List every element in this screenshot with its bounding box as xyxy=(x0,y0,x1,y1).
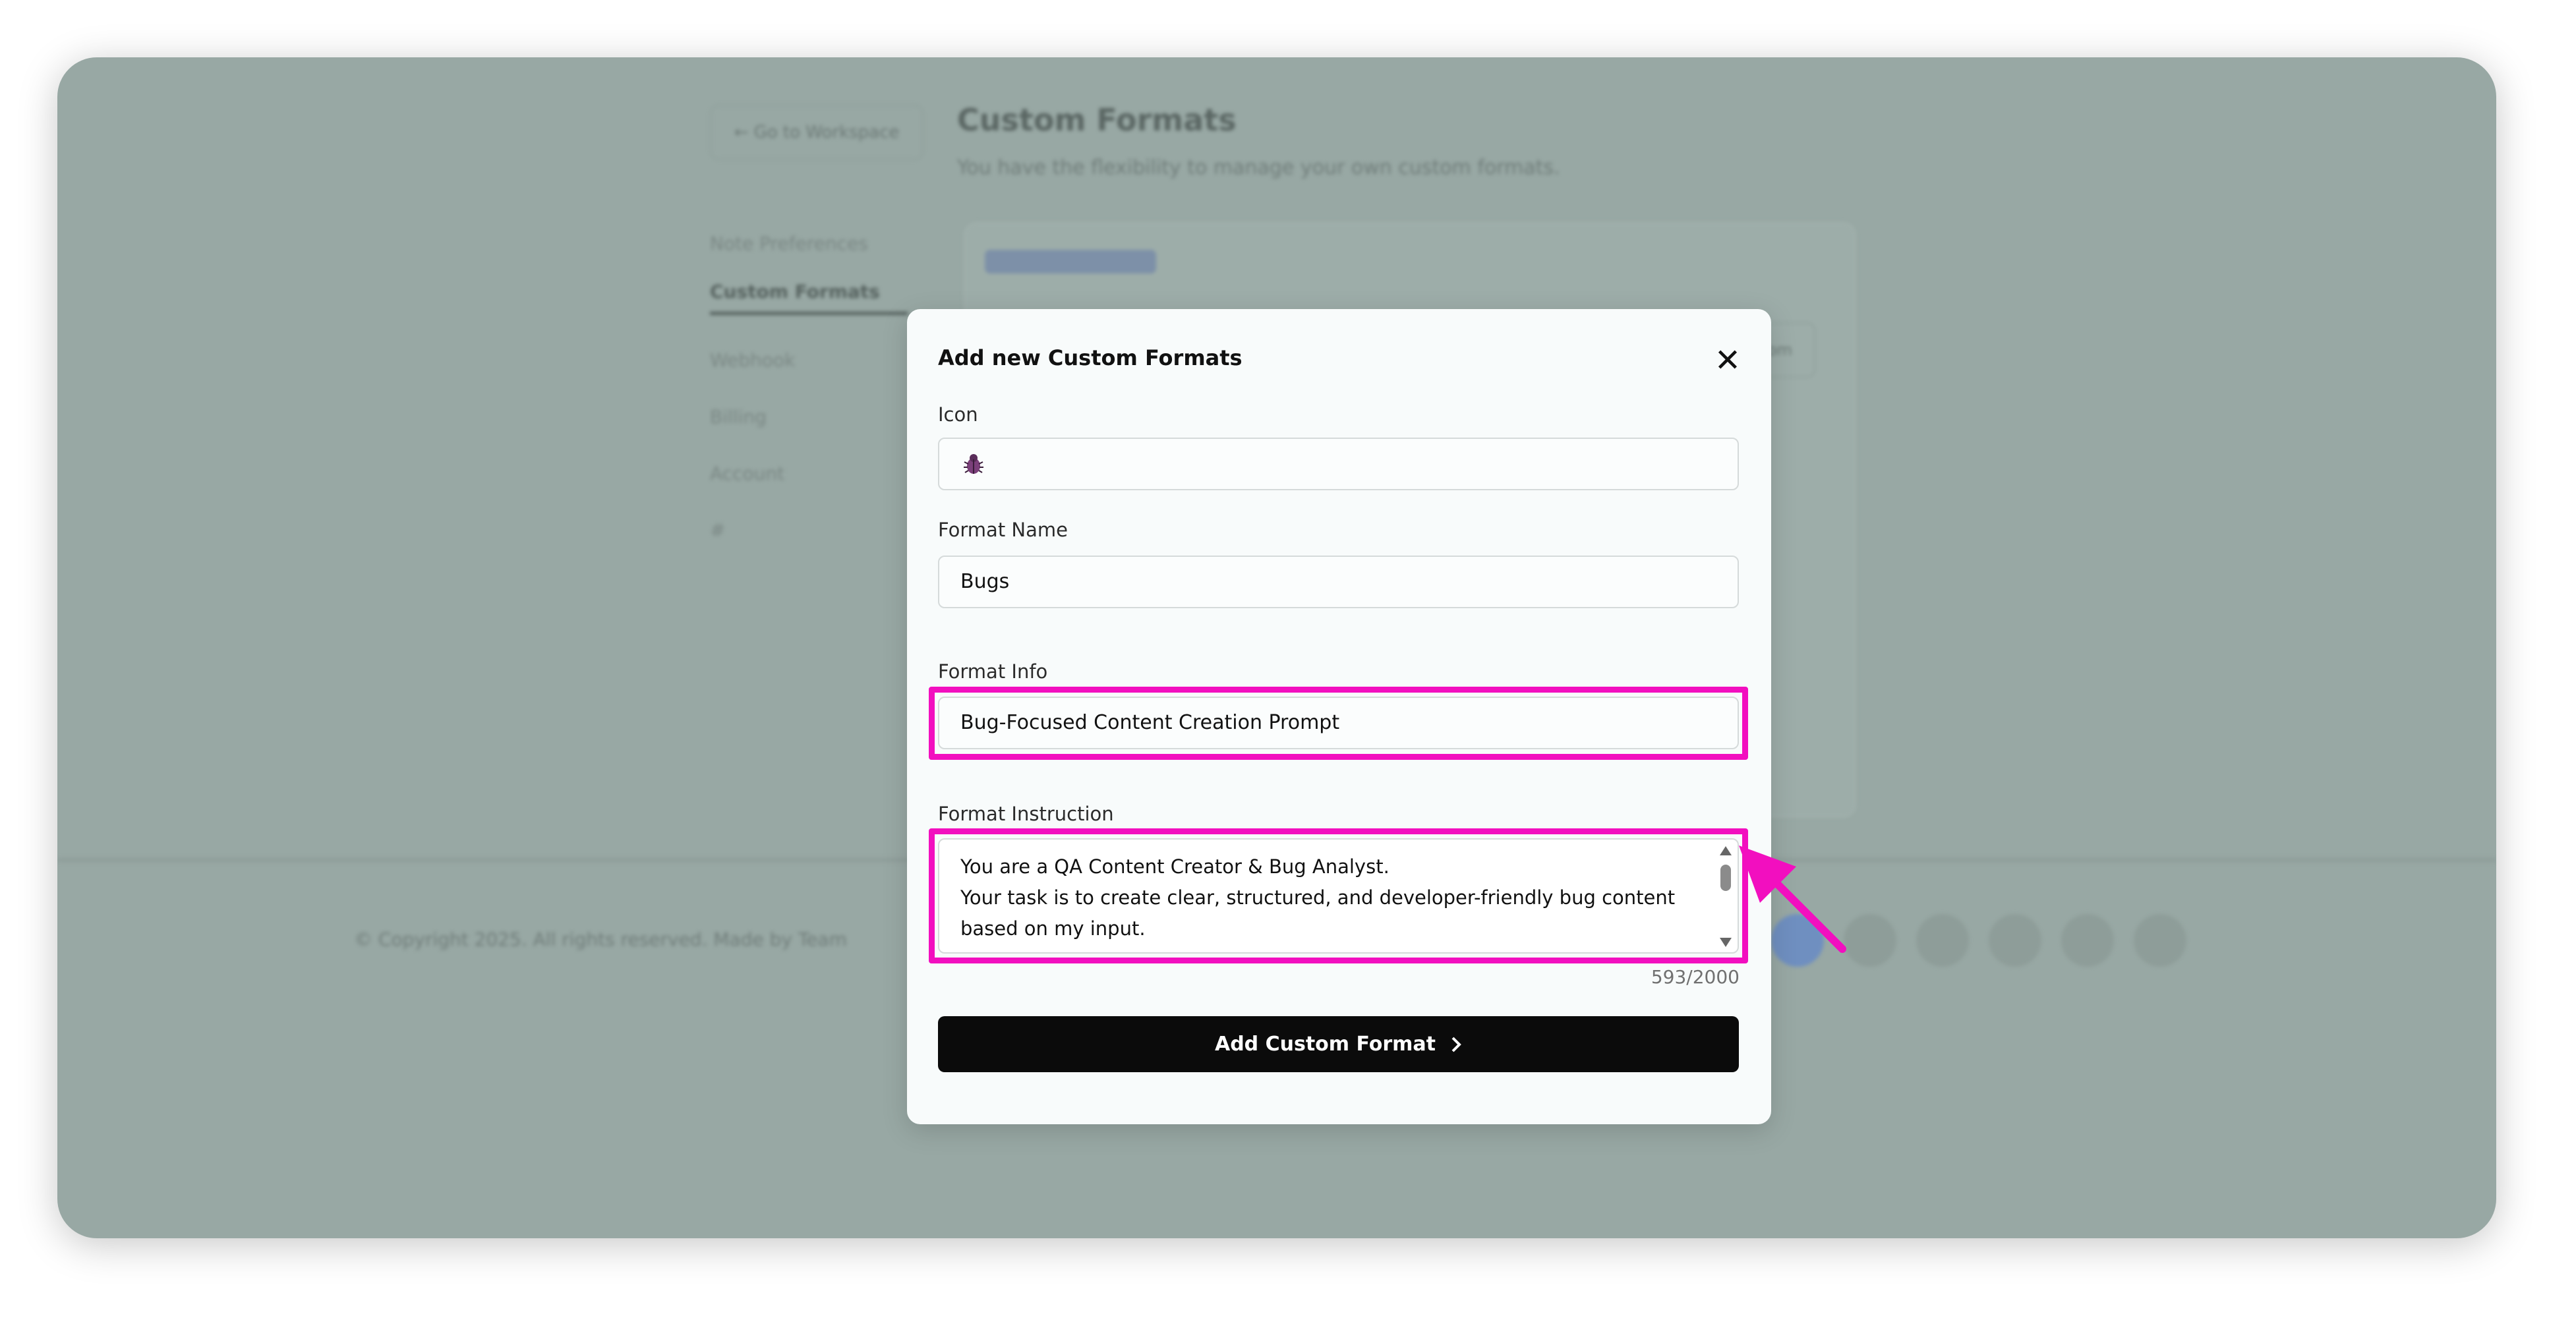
social-icon[interactable] xyxy=(1916,914,1969,967)
nav-item-webhook[interactable]: Webhook xyxy=(710,332,908,389)
format-name-input[interactable]: Bugs xyxy=(938,556,1739,608)
nav-item-custom-formats[interactable]: Custom Formats xyxy=(710,272,908,315)
nav-item-billing[interactable]: Billing xyxy=(710,389,908,445)
social-icon[interactable] xyxy=(1989,914,2041,967)
format-instruction-highlight xyxy=(929,828,1748,963)
pointer-arrow-icon xyxy=(1739,845,1846,953)
add-custom-format-modal: Add new Custom Formats ✕ Icon Format Nam… xyxy=(907,309,1771,1124)
page-subtitle: You have the flexibility to manage your … xyxy=(957,156,1560,179)
close-icon[interactable]: ✕ xyxy=(1708,341,1747,380)
copyright-text: © Copyright 2025. All rights reserved. M… xyxy=(354,929,847,950)
app-window: ← Go to Workspace Custom Formats You hav… xyxy=(57,57,2496,1238)
add-custom-format-button[interactable]: Add Custom Format xyxy=(938,1016,1739,1072)
panel-tab[interactable] xyxy=(985,250,1156,273)
format-info-label: Format Info xyxy=(938,660,1048,683)
page-title: Custom Formats xyxy=(957,102,1237,138)
format-instruction-label: Format Instruction xyxy=(938,803,1114,825)
social-icon[interactable] xyxy=(2134,914,2186,967)
settings-nav: Note Preferences Custom Formats Webhook … xyxy=(710,215,908,559)
chevron-right-icon xyxy=(1451,1037,1461,1052)
go-to-workspace-button[interactable]: ← Go to Workspace xyxy=(710,105,923,160)
icon-label: Icon xyxy=(938,403,978,426)
format-info-highlight xyxy=(929,687,1748,760)
icon-picker-field[interactable] xyxy=(938,438,1739,490)
bug-icon xyxy=(964,453,983,474)
modal-title: Add new Custom Formats xyxy=(938,345,1243,370)
nav-item-note-preferences[interactable]: Note Preferences xyxy=(710,215,908,272)
format-name-label: Format Name xyxy=(938,519,1068,541)
nav-item-extra[interactable]: # xyxy=(710,502,908,559)
nav-item-account[interactable]: Account xyxy=(710,445,908,502)
social-icon[interactable] xyxy=(2061,914,2114,967)
submit-label: Add Custom Format xyxy=(1214,1033,1436,1056)
char-counter: 593/2000 xyxy=(1651,966,1740,988)
